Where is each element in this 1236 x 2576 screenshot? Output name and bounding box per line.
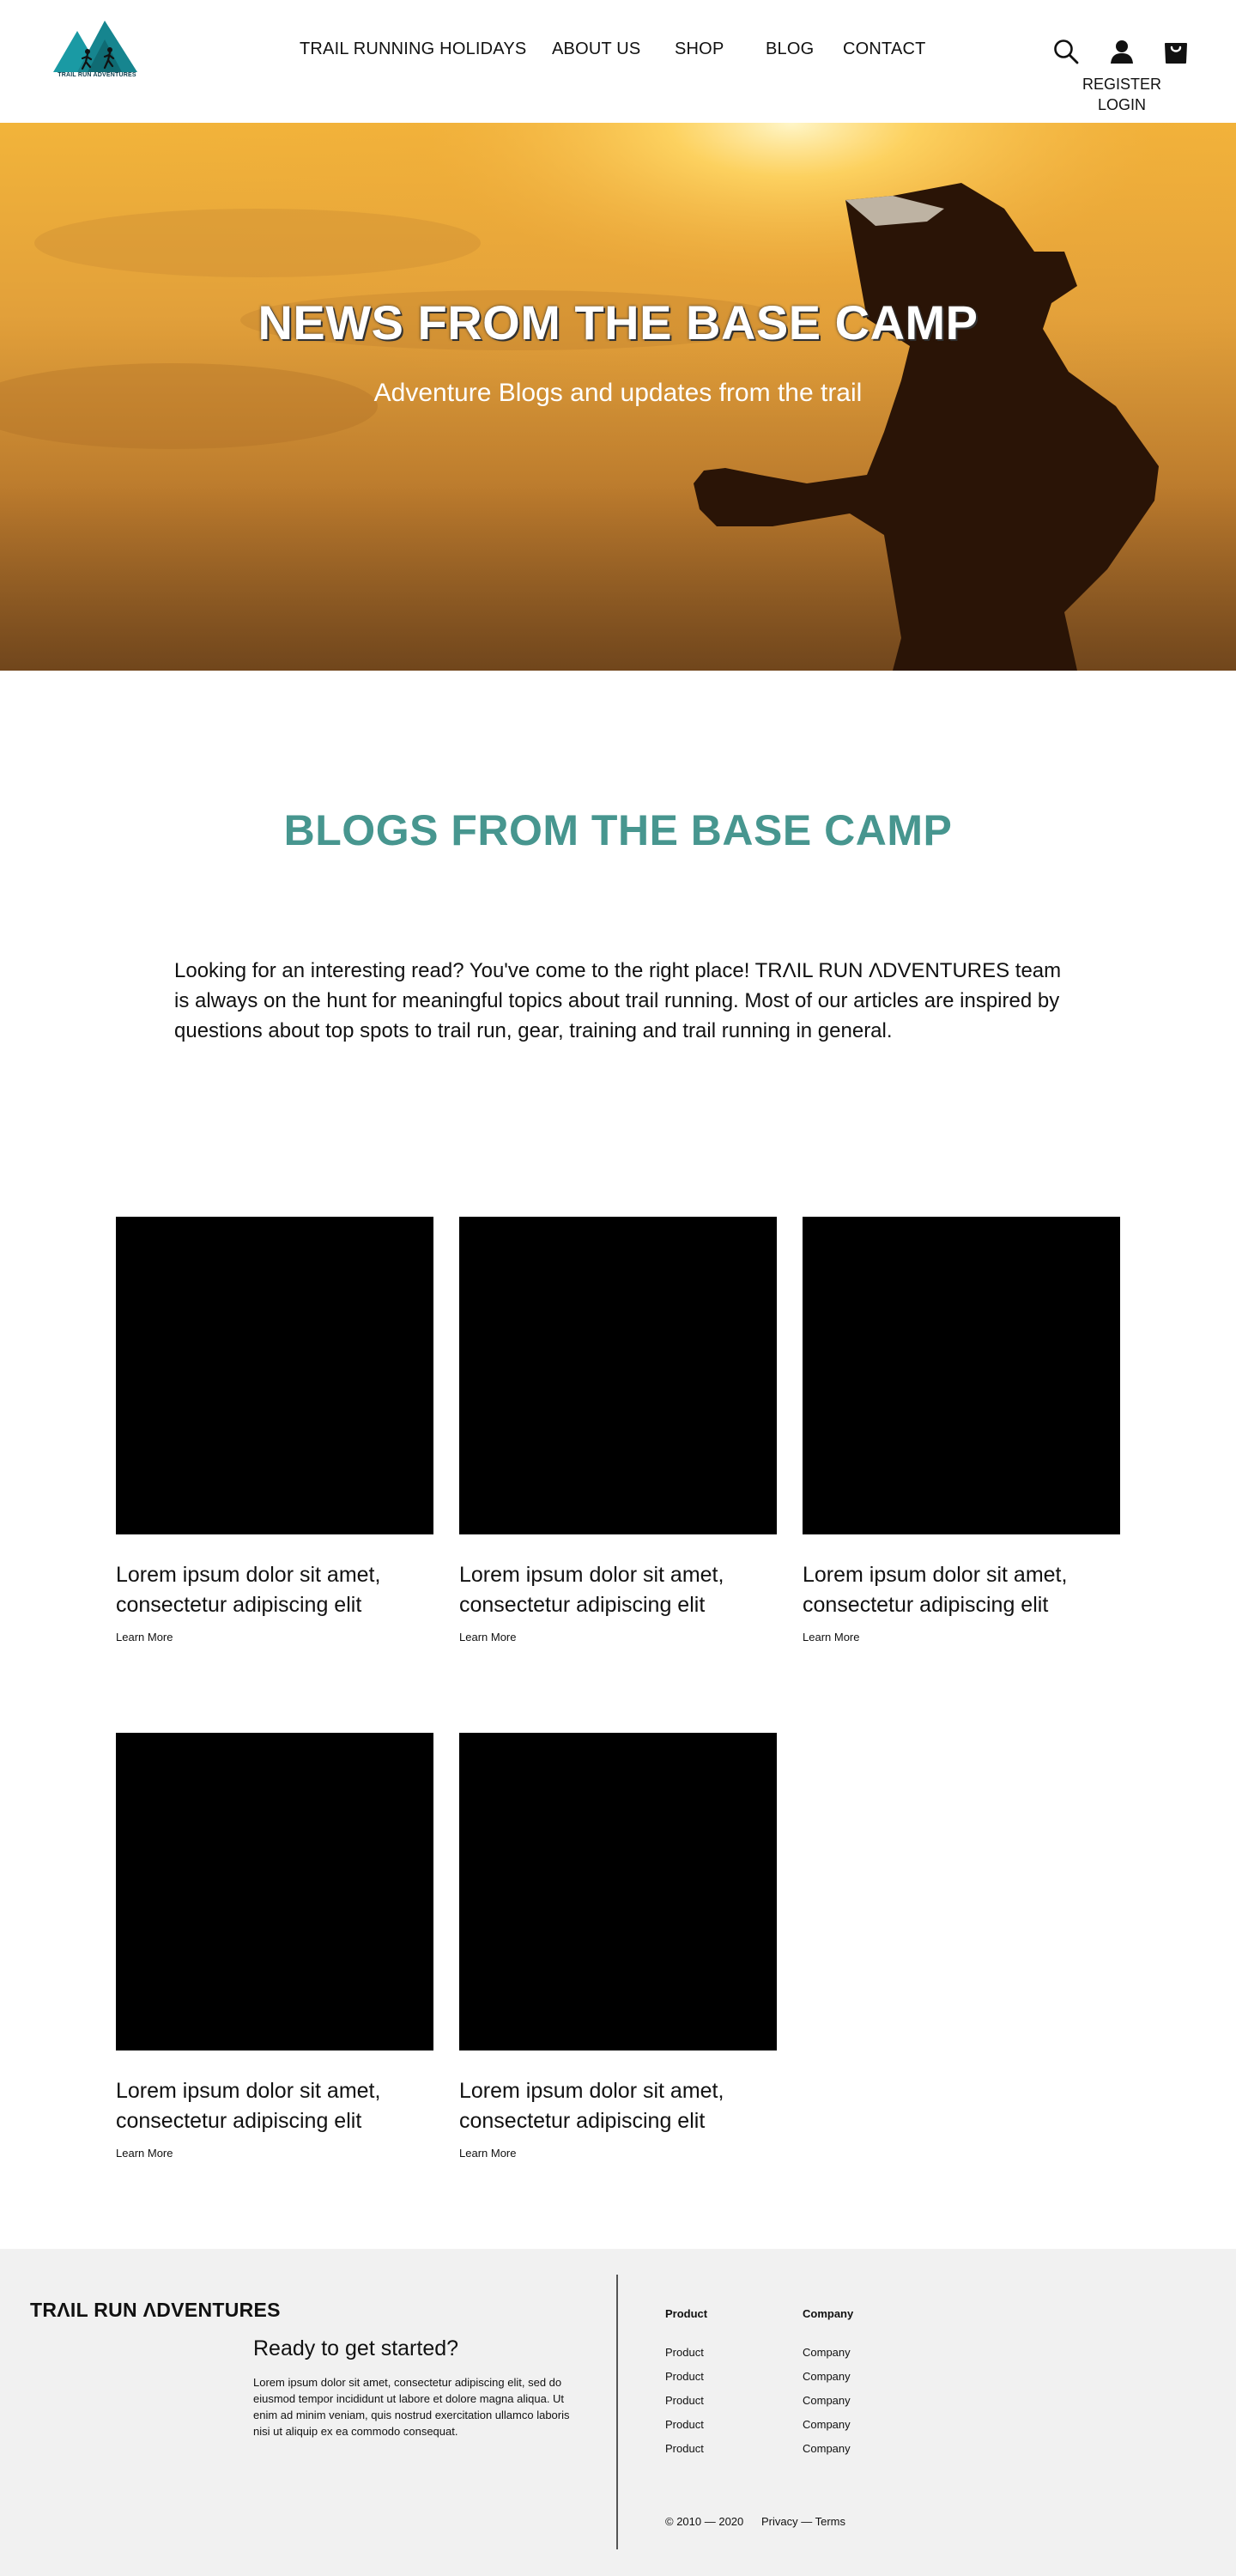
footer-cta-body: Lorem ipsum dolor sit amet, consectetur … [253, 2376, 570, 2438]
footer-link[interactable]: Product [665, 2413, 707, 2437]
blog-card[interactable]: Lorem ipsum dolor sit amet, consectetur … [459, 1217, 777, 1643]
nav-blog[interactable]: BLOG [766, 39, 814, 59]
learn-more-link[interactable]: Learn More [459, 1631, 777, 1643]
blog-card-title: Lorem ipsum dolor sit amet, consectetur … [459, 2079, 724, 2133]
footer-column-company: Company Company Company Company Company … [803, 2307, 853, 2461]
nav-contact[interactable]: CONTACT [843, 39, 926, 59]
footer-link[interactable]: Company [803, 2389, 853, 2413]
blog-card-image[interactable] [116, 1217, 433, 1534]
footer-copyright: © 2010 — 2020 [665, 2515, 744, 2528]
blog-card-image[interactable] [803, 1217, 1120, 1534]
nav-about-us[interactable]: ABOUT US [552, 39, 640, 59]
auth-links: REGISTER LOGIN [1073, 74, 1171, 115]
footer-link[interactable]: Product [665, 2341, 707, 2365]
footer-column-product: Product Product Product Product Product … [665, 2307, 707, 2461]
site-header: TRAIL RUN ADVENTURES TRAIL RUNNING HOLID… [0, 0, 1236, 123]
blog-card[interactable]: Lorem ipsum dolor sit amet, consectetur … [116, 1217, 433, 1643]
user-icon[interactable] [1108, 38, 1136, 65]
learn-more-link[interactable]: Learn More [116, 1631, 433, 1643]
blog-card-title: Lorem ipsum dolor sit amet, consectetur … [803, 1563, 1068, 1617]
register-link[interactable]: REGISTER [1073, 74, 1171, 94]
blog-card-title: Lorem ipsum dolor sit amet, consectetur … [459, 1563, 724, 1617]
footer-link[interactable]: Product [665, 2365, 707, 2389]
footer-column-heading: Product [665, 2307, 708, 2320]
footer-link[interactable]: Company [803, 2437, 853, 2461]
mountain-logo-icon [53, 21, 137, 72]
hero-banner: NEWS FROM THE BASE CAMP Adventure Blogs … [0, 123, 1236, 671]
footer-cta-title: Ready to get started? [253, 2336, 459, 2360]
learn-more-link[interactable]: Learn More [459, 2147, 777, 2160]
blog-card-title: Lorem ipsum dolor sit amet, consectetur … [116, 2079, 381, 2133]
blog-card-title: Lorem ipsum dolor sit amet, consectetur … [116, 1563, 381, 1617]
footer-column-heading: Company [803, 2307, 854, 2320]
learn-more-link[interactable]: Learn More [116, 2147, 433, 2160]
hero-subtitle: Adventure Blogs and updates from the tra… [373, 379, 863, 407]
site-footer: TRΛIL RUN ΛDVENTURES Ready to get starte… [0, 2249, 1236, 2576]
intro-paragraph: Looking for an interesting read? You've … [174, 959, 1062, 1042]
nav-shop[interactable]: SHOP [675, 39, 724, 59]
logo[interactable]: TRAIL RUN ADVENTURES [52, 19, 142, 82]
footer-link[interactable]: Company [803, 2413, 853, 2437]
login-link[interactable]: LOGIN [1073, 94, 1171, 115]
blog-card-image[interactable] [116, 1733, 433, 2050]
blog-card[interactable]: Lorem ipsum dolor sit amet, consectetur … [116, 1733, 433, 2160]
footer-brand: TRΛIL RUN ΛDVENTURES [30, 2299, 281, 2321]
footer-link[interactable]: Product [665, 2437, 707, 2461]
learn-more-link[interactable]: Learn More [803, 1631, 1120, 1643]
footer-link[interactable]: Company [803, 2365, 853, 2389]
section-title: BLOGS FROM THE BASE CAMP [283, 806, 953, 854]
blog-card-image[interactable] [459, 1733, 777, 2050]
blog-card[interactable]: Lorem ipsum dolor sit amet, consectetur … [803, 1217, 1120, 1643]
footer-link[interactable]: Product [665, 2389, 707, 2413]
hero-title: NEWS FROM THE BASE CAMP [258, 295, 978, 349]
footer-legal-links[interactable]: Privacy — Terms [761, 2515, 845, 2528]
blog-card[interactable]: Lorem ipsum dolor sit amet, consectetur … [459, 1733, 777, 2160]
blog-card-image[interactable] [459, 1217, 777, 1534]
footer-divider [616, 2275, 618, 2549]
search-icon[interactable] [1052, 38, 1080, 65]
footer-link[interactable]: Company [803, 2341, 853, 2365]
nav-trail-running-holidays[interactable]: TRAIL RUNNING HOLIDAYS [300, 39, 526, 59]
shopping-bag-icon[interactable] [1162, 38, 1190, 65]
logo-text: TRAIL RUN ADVENTURES [58, 72, 136, 78]
